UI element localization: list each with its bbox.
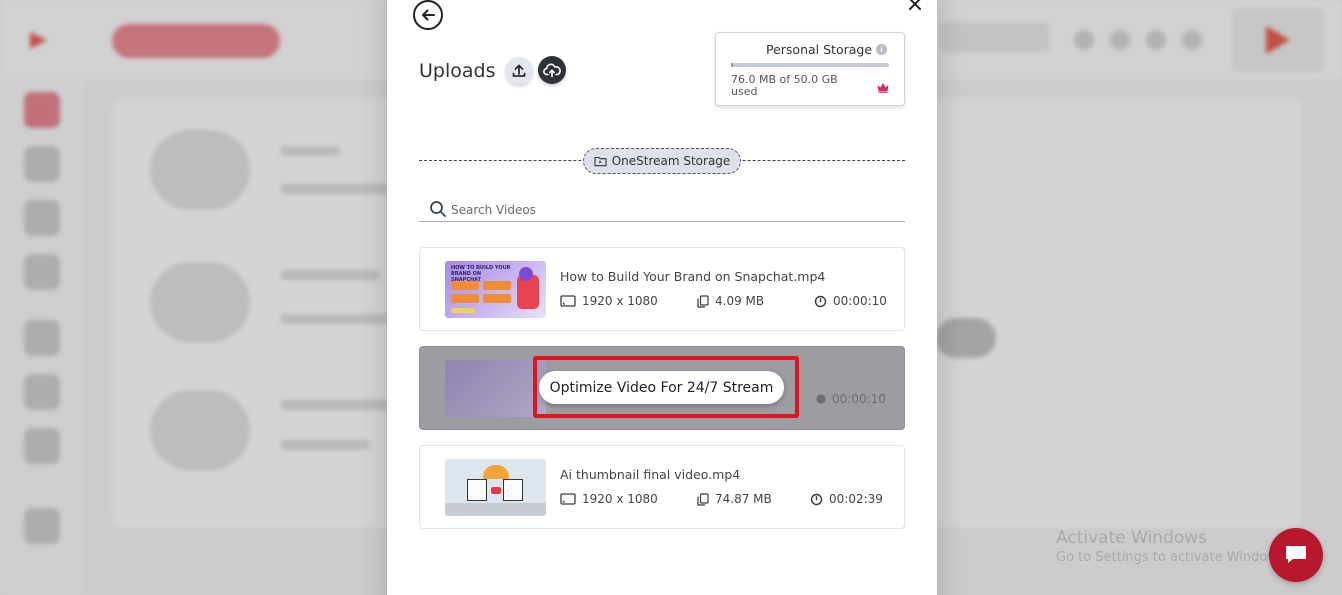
video-name: How to Build Your Brand on Snapchat.mp4 — [560, 269, 826, 284]
info-icon[interactable]: i — [876, 44, 887, 55]
close-button[interactable] — [905, 0, 925, 14]
video-duration-value: 00:00:10 — [832, 392, 886, 406]
video-resolution-value: 1920 x 1080 — [582, 492, 658, 506]
video-thumbnail — [445, 459, 546, 516]
video-duration: 00:00:10 — [815, 392, 886, 406]
video-size: 74.87 MB — [697, 492, 772, 506]
thumbnail-shape — [445, 503, 546, 516]
video-duration-value: 00:00:10 — [833, 294, 887, 308]
copy-icon — [697, 294, 709, 308]
video-name: Ai thumbnail final video.mp4 — [560, 467, 741, 482]
onestream-storage-tag[interactable]: OneStream Storage — [583, 148, 741, 174]
thumbnail-shape — [451, 308, 475, 313]
crown-icon — [877, 83, 889, 93]
thumbnail-shape — [451, 294, 479, 303]
video-duration: 00:00:10 — [814, 294, 887, 308]
personal-storage-card: Personal Storage i 76.0 MB of 50.0 GB us… — [715, 32, 905, 106]
upload-button[interactable] — [505, 57, 533, 85]
resolution-icon — [560, 295, 576, 307]
optimize-video-button[interactable]: Optimize Video For 24/7 Stream — [539, 371, 784, 404]
storage-divider: OneStream Storage — [419, 148, 905, 176]
video-resolution: 1920 x 1080 — [560, 294, 658, 308]
onestream-storage-label: OneStream Storage — [611, 154, 731, 168]
storage-title: Personal Storage — [766, 42, 873, 57]
video-size: 4.09 MB — [697, 294, 764, 308]
thumbnail-shape — [483, 294, 511, 303]
thumbnail-shape — [467, 479, 487, 501]
chat-bubble-icon — [1286, 546, 1306, 563]
search-input[interactable] — [451, 201, 891, 219]
thumbnail-shape — [483, 465, 509, 479]
copy-icon — [697, 492, 709, 506]
storage-progress-bar — [731, 63, 889, 67]
video-duration-value: 00:02:39 — [829, 492, 883, 506]
thumbnail-shape — [491, 487, 501, 494]
video-resolution-value: 1920 x 1080 — [582, 294, 658, 308]
folder-video-icon — [594, 156, 607, 167]
thumbnail-shape — [451, 281, 479, 290]
arrow-left-icon — [422, 9, 435, 21]
timer-icon — [810, 493, 823, 505]
cloud-upload-button[interactable] — [538, 56, 566, 84]
video-duration: 00:02:39 — [810, 492, 883, 506]
close-icon — [909, 0, 921, 10]
cloud-upload-icon — [543, 63, 561, 78]
thumbnail-shape — [483, 281, 511, 290]
uploads-title: Uploads — [419, 60, 496, 82]
chat-button[interactable] — [1269, 528, 1323, 582]
timer-icon — [814, 295, 827, 307]
thumbnail-shape — [503, 479, 523, 501]
storage-progress-fill — [731, 63, 734, 67]
search-bar — [419, 198, 905, 222]
video-size-value: 4.09 MB — [715, 294, 765, 308]
video-item[interactable]: Ai thumbnail final video.mp4 1920 x 1080… — [419, 445, 905, 529]
video-thumbnail — [445, 360, 546, 417]
timer-icon — [816, 394, 826, 404]
resolution-icon — [560, 493, 576, 505]
video-item[interactable]: HOW TO BUILD YOUR BRAND ON SNAPCHAT How … — [419, 247, 905, 331]
activate-windows-subtitle: Go to Settings to activate Windows. — [1056, 550, 1289, 565]
upload-icon — [512, 64, 526, 77]
video-size-value: 74.87 MB — [715, 492, 772, 506]
video-thumbnail: HOW TO BUILD YOUR BRAND ON SNAPCHAT — [445, 261, 546, 318]
storage-used-text: 76.0 MB of 50.0 GB used — [731, 73, 838, 98]
thumbnail-shape — [519, 267, 533, 281]
search-icon — [430, 201, 446, 217]
back-button[interactable] — [413, 0, 443, 30]
uploads-modal: Uploads Personal Storage i 76.0 MB of 50… — [387, 0, 937, 595]
activate-windows-title: Activate Windows — [1056, 528, 1207, 548]
activate-windows-watermark: Activate Windows Go to Settings to activ… — [1056, 528, 1289, 568]
video-resolution: 1920 x 1080 — [560, 492, 658, 506]
